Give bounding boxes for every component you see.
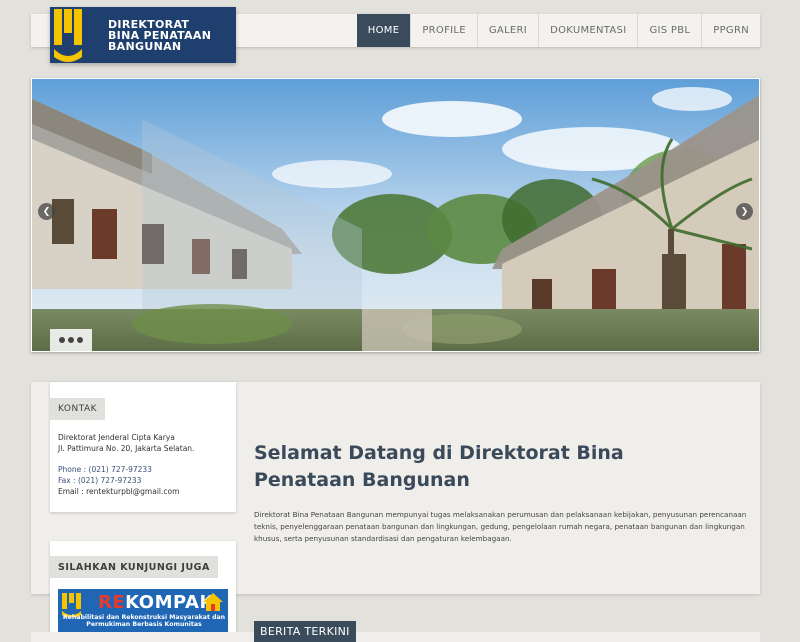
kontak-email[interactable]: Email : rentekturpbl@gmail.com	[58, 486, 194, 497]
image-slider[interactable]: ❮ ❯	[31, 78, 760, 352]
kontak-details: Direktorat Jenderal Cipta Karya Jl. Patt…	[58, 432, 194, 497]
logo-line-3: BANGUNAN	[108, 39, 182, 53]
rekompak-banner-link[interactable]: REKOMPAK Rehabilitasi dan Rekonstruksi M…	[58, 589, 228, 633]
news-panel	[31, 632, 760, 642]
kunjungi-box: SILAHKAN KUNJUNGI JUGA REKOMPAK Rehabili…	[50, 541, 236, 642]
logo-text: DIREKTORAT BINA PENATAAN BANGUNAN	[108, 19, 211, 52]
slider-prev-button[interactable]: ❮	[38, 203, 55, 220]
site-logo[interactable]: DIREKTORAT BINA PENATAAN BANGUNAN	[50, 7, 236, 63]
nav-profile[interactable]: PROFILE	[410, 14, 477, 47]
nav-dokumentasi[interactable]: DOKUMENTASI	[538, 14, 637, 47]
nav-home[interactable]: HOME	[356, 14, 411, 47]
kontak-org: Direktorat Jenderal Cipta Karya	[58, 433, 175, 442]
slider-dot-2[interactable]	[68, 337, 74, 343]
rekompak-name: KOMPAK	[125, 592, 214, 613]
nav-gis-pbl[interactable]: GIS PBL	[637, 14, 701, 47]
pu-logo-icon	[50, 7, 106, 63]
kontak-address: Jl. Pattimura No. 20, Jakarta Selatan.	[58, 444, 195, 453]
kontak-fax: Fax : (021) 727-97233	[58, 476, 142, 485]
nav-ppgrn[interactable]: PPGRN	[701, 14, 760, 47]
logo-line-1: DIREKTORAT	[108, 17, 190, 31]
chevron-right-icon: ❯	[740, 206, 749, 217]
welcome-body: Direktorat Bina Penataan Bangunan mempun…	[254, 510, 747, 543]
slider-dot-1[interactable]	[59, 337, 65, 343]
rekompak-title: REKOMPAK	[98, 592, 214, 613]
house-icon	[203, 593, 223, 611]
kunjungi-title: SILAHKAN KUNJUNGI JUGA	[50, 556, 218, 578]
slider-next-button[interactable]: ❯	[736, 203, 753, 220]
kontak-box: KONTAK Direktorat Jenderal Cipta Karya J…	[50, 382, 236, 512]
logo-line-2: BINA PENATAAN	[108, 28, 212, 42]
nav-galeri[interactable]: GALERI	[476, 14, 538, 47]
rekompak-prefix: RE	[98, 592, 126, 613]
slider-dot-3[interactable]	[77, 337, 83, 343]
page-title: Selamat Datang di Direktorat Bina Penata…	[254, 442, 624, 491]
rekompak-subtitle: Rehabilitasi dan Rekonstruksi Masyarakat…	[62, 614, 226, 628]
kontak-title: KONTAK	[50, 398, 106, 420]
main-nav: HOME PROFILE GALERI DOKUMENTASI GIS PBL …	[356, 14, 760, 47]
kontak-phone: Phone : (021) 727-97233	[58, 465, 152, 474]
news-heading: BERITA TERKINI	[254, 621, 356, 642]
slide-image	[32, 79, 759, 351]
slider-pagination	[50, 329, 92, 351]
chevron-left-icon: ❮	[42, 206, 51, 217]
